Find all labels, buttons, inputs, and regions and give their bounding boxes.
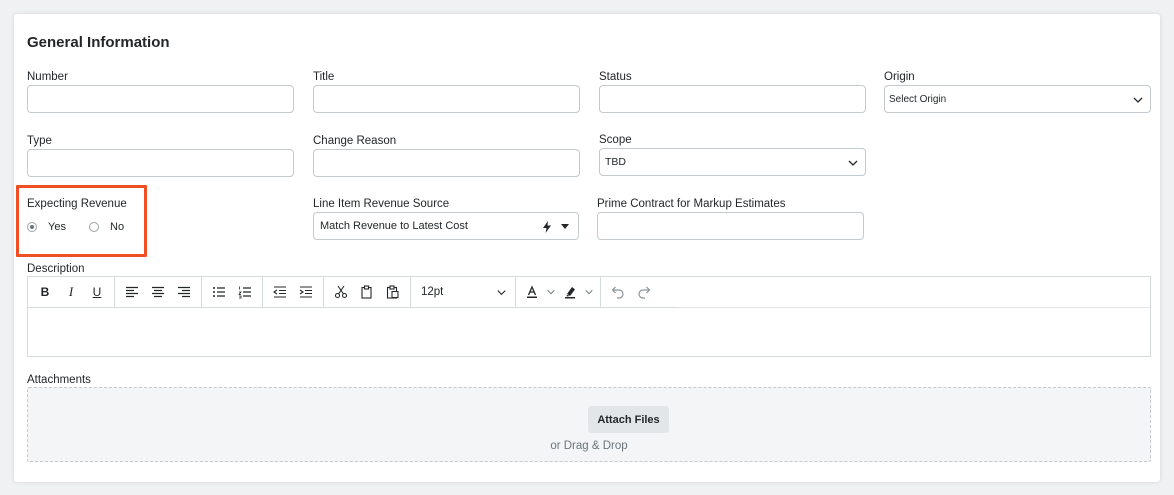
indent-group <box>263 277 324 307</box>
font-size-select[interactable]: 12pt <box>411 286 515 298</box>
radio-no[interactable]: No <box>89 221 124 233</box>
scope-label: Scope <box>599 134 632 146</box>
drag-drop-hint: or Drag & Drop <box>550 440 628 452</box>
undo-icon[interactable] <box>606 280 630 304</box>
type-field[interactable] <box>27 149 294 177</box>
prime-contract-field[interactable] <box>597 212 864 240</box>
radio-yes[interactable]: Yes <box>27 221 66 233</box>
status-field[interactable] <box>599 85 866 113</box>
highlight-icon[interactable] <box>559 280 581 304</box>
text-color-icon[interactable] <box>521 280 543 304</box>
editor-toolbar: B I U 12pt <box>28 277 678 308</box>
align-group <box>115 277 202 307</box>
type-label: Type <box>27 135 52 147</box>
radio-no-button[interactable] <box>89 222 99 232</box>
change-reason-field[interactable] <box>313 149 580 177</box>
number-field[interactable] <box>27 85 294 113</box>
number-label: Number <box>27 71 68 83</box>
color-group <box>516 277 601 307</box>
prime-contract-label: Prime Contract for Markup Estimates <box>597 198 786 210</box>
scope-select[interactable]: TBD <box>599 148 866 176</box>
revenue-source-select[interactable]: Match Revenue to Latest Cost <box>313 212 579 240</box>
copy-icon[interactable] <box>355 280 379 304</box>
radio-yes-label: Yes <box>48 221 66 233</box>
indent-icon[interactable] <box>294 280 318 304</box>
numbered-list-icon[interactable] <box>233 280 257 304</box>
chevron-down-icon[interactable] <box>545 280 557 304</box>
history-group <box>601 277 661 307</box>
attach-files-button[interactable]: Attach Files <box>588 406 669 433</box>
align-left-icon[interactable] <box>120 280 144 304</box>
title-field[interactable] <box>313 85 580 113</box>
status-label: Status <box>599 71 632 83</box>
attachments-label: Attachments <box>27 374 91 386</box>
attachments-dropzone[interactable]: Attach Files or Drag & Drop <box>27 387 1151 462</box>
origin-select[interactable]: Select Origin <box>884 85 1151 113</box>
revenue-source-value: Match Revenue to Latest Cost <box>320 220 468 232</box>
format-group: B I U <box>28 277 115 307</box>
redo-icon[interactable] <box>632 280 656 304</box>
font-size-value: 12pt <box>421 286 444 298</box>
title-label: Title <box>313 71 335 83</box>
bold-icon[interactable]: B <box>33 280 57 304</box>
section-title: General Information <box>27 34 170 51</box>
lightning-icon <box>543 221 551 233</box>
outdent-icon[interactable] <box>268 280 292 304</box>
radio-no-label: No <box>110 221 125 233</box>
underline-icon[interactable]: U <box>85 280 109 304</box>
clipboard-group <box>324 277 411 307</box>
description-content[interactable] <box>28 308 1150 356</box>
bullet-list-icon[interactable] <box>207 280 231 304</box>
italic-icon[interactable]: I <box>59 280 83 304</box>
chevron-down-icon <box>497 289 506 295</box>
origin-select-value: Select Origin <box>889 93 947 105</box>
paste-icon[interactable] <box>381 280 405 304</box>
change-reason-label: Change Reason <box>313 135 397 147</box>
list-group <box>202 277 263 307</box>
expecting-revenue-label: Expecting Revenue <box>27 198 127 210</box>
chevron-down-icon <box>848 160 858 166</box>
align-center-icon[interactable] <box>146 280 170 304</box>
radio-yes-button[interactable] <box>27 222 37 232</box>
scope-select-value: TBD <box>605 156 626 168</box>
caret-down-icon <box>561 224 569 229</box>
description-editor[interactable]: B I U 12pt <box>27 276 1151 357</box>
cut-icon[interactable] <box>329 280 353 304</box>
revenue-source-label: Line Item Revenue Source <box>313 198 450 210</box>
chevron-down-icon <box>1133 97 1143 103</box>
origin-label: Origin <box>884 71 915 83</box>
chevron-down-icon[interactable] <box>583 280 595 304</box>
align-right-icon[interactable] <box>172 280 196 304</box>
description-label: Description <box>27 263 85 275</box>
font-size-group: 12pt <box>411 277 516 307</box>
